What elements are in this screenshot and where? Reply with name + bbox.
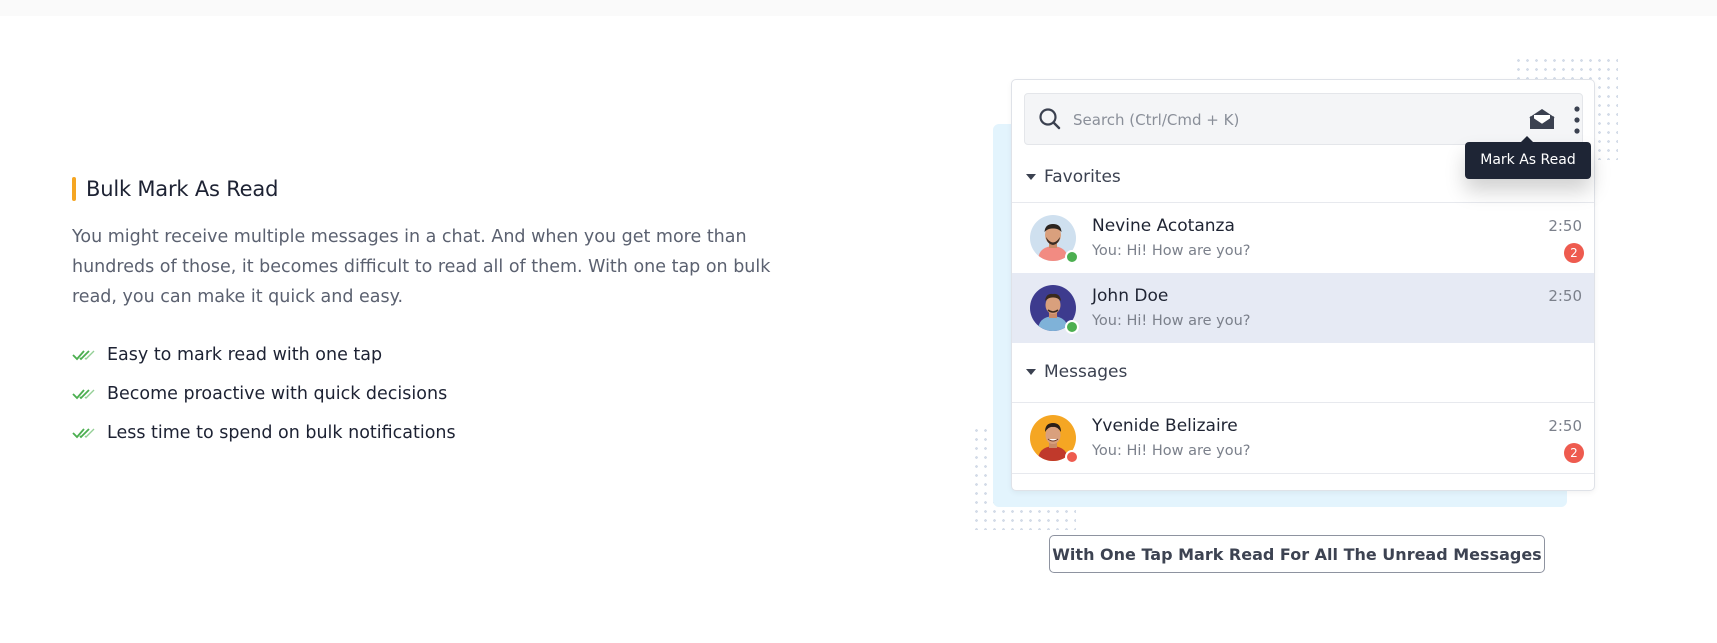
search-input[interactable]: [1071, 106, 1475, 134]
online-status-dot: [1065, 320, 1079, 334]
feature-item: Become proactive with quick decisions: [72, 374, 456, 413]
contact-last-message: You: Hi! How are you?: [1092, 243, 1251, 259]
feature-item: Easy to mark read with one tap: [72, 335, 456, 374]
feature-item-text: Become proactive with quick decisions: [107, 383, 448, 404]
caret-down-icon: [1026, 174, 1036, 180]
tooltip-text: Mark As Read: [1480, 152, 1576, 168]
feature-list: Easy to mark read with one tap Become pr…: [72, 335, 456, 452]
search-bar: [1024, 93, 1583, 145]
message-time: 2:50: [1548, 217, 1582, 235]
section-label: Favorites: [1044, 167, 1121, 187]
contact-last-message: You: Hi! How are you?: [1092, 443, 1251, 459]
feature-title-text: Bulk Mark As Read: [86, 176, 279, 201]
caret-down-icon: [1026, 369, 1036, 375]
chat-list-panel: Favorites Nevine Acotanza You: Hi! How a…: [1011, 79, 1595, 491]
feature-title: Bulk Mark As Read: [72, 176, 278, 201]
feature-item-text: Easy to mark read with one tap: [107, 344, 383, 365]
offline-status-dot: [1065, 450, 1079, 464]
divider: [1012, 473, 1594, 474]
contact-name: Nevine Acotanza: [1092, 216, 1235, 236]
search-icon: [1039, 108, 1061, 130]
feature-description: You might receive multiple messages in a…: [72, 227, 771, 307]
double-check-icon: [72, 427, 95, 438]
double-check-icon: [72, 388, 95, 399]
contact-name: John Doe: [1092, 286, 1169, 306]
message-time: 2:50: [1548, 287, 1582, 305]
contact-row[interactable]: Nevine Acotanza You: Hi! How are you? 2:…: [1012, 203, 1594, 273]
caption-button[interactable]: With One Tap Mark Read For All The Unrea…: [1049, 535, 1545, 573]
contact-last-message: You: Hi! How are you?: [1092, 313, 1251, 329]
double-check-icon: [72, 349, 95, 360]
unread-badge: 2: [1564, 443, 1584, 463]
section-messages[interactable]: Messages: [1026, 362, 1127, 382]
feature-item-text: Less time to spend on bulk notifications: [107, 422, 456, 443]
accent-bar: [72, 176, 76, 201]
kebab-menu-icon[interactable]: [1572, 105, 1582, 135]
contact-row[interactable]: John Doe You: Hi! How are you? 2:50: [1012, 273, 1594, 343]
envelope-open-icon[interactable]: [1528, 107, 1556, 131]
message-time: 2:50: [1548, 417, 1582, 435]
tooltip-arrow: [1521, 136, 1533, 142]
section-favorites[interactable]: Favorites: [1026, 167, 1121, 187]
section-label: Messages: [1044, 362, 1128, 382]
contact-row[interactable]: Yvenide Belizaire You: Hi! How are you? …: [1012, 403, 1594, 473]
unread-badge: 2: [1564, 243, 1584, 263]
mark-as-read-tooltip: Mark As Read: [1465, 136, 1591, 179]
contact-name: Yvenide Belizaire: [1092, 416, 1238, 436]
top-band: [0, 0, 1717, 16]
feature-item: Less time to spend on bulk notifications: [72, 413, 456, 452]
online-status-dot: [1065, 250, 1079, 264]
